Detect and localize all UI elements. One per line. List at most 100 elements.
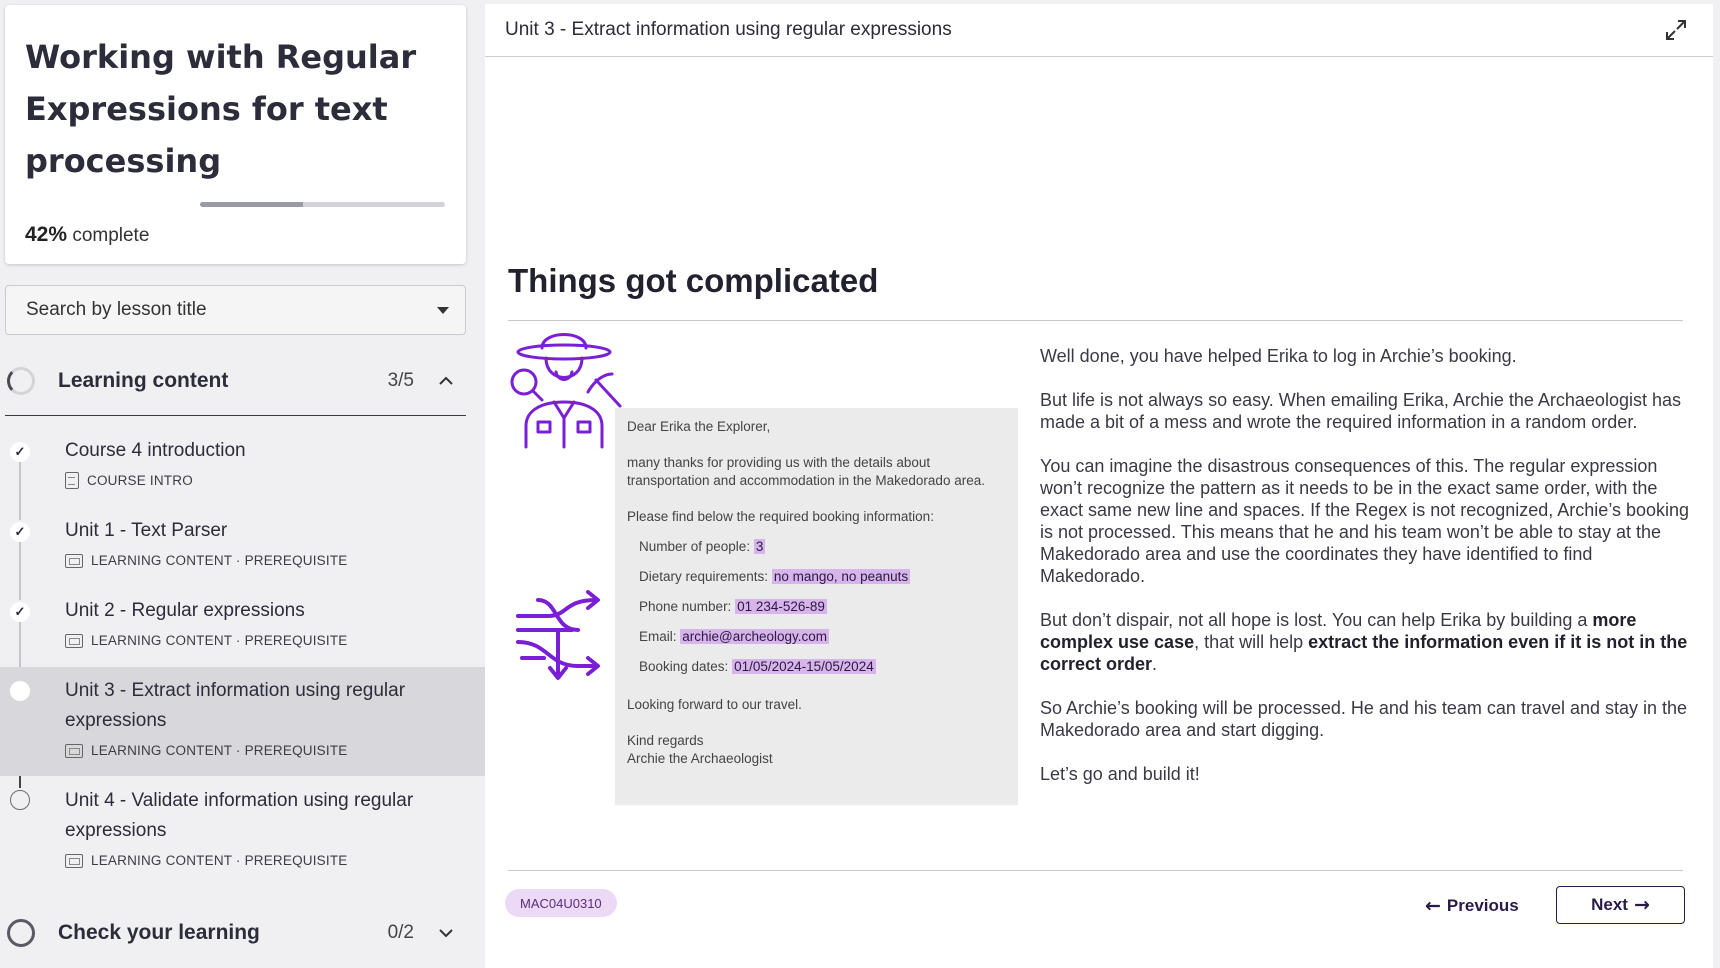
section-label: Check your learning <box>58 921 260 944</box>
email-card: Dear Erika the Explorer, many thanks for… <box>615 408 1018 805</box>
body-paragraph: You can imagine the disastrous consequen… <box>1040 456 1690 586</box>
body-paragraph: Well done, you have helped Erika to log … <box>1040 346 1517 366</box>
lesson-item-course-intro[interactable]: ✓ Course 4 introduction COURSE INTRO <box>0 432 485 504</box>
section-progress-ring-icon <box>7 367 35 395</box>
progress-label: 42% complete <box>25 223 149 247</box>
section-label: Learning content <box>58 369 229 392</box>
email-closing: Looking forward to our travel. <box>627 697 802 712</box>
section-learning-content[interactable]: Learning content 3/5 <box>5 349 466 413</box>
media-icon <box>65 743 83 758</box>
lesson-meta: LEARNING CONTENT · PREREQUISITE <box>65 633 347 648</box>
course-card: Working with Regular Expressions for tex… <box>5 5 466 264</box>
progress-suffix: complete <box>72 225 150 246</box>
scrollbar[interactable] <box>1713 0 1720 968</box>
lesson-code-badge: MAC04U0310 <box>505 889 617 917</box>
email-greeting: Dear Erika the Explorer, <box>627 419 771 434</box>
email-row-value: 01 234-526-89 <box>735 599 827 614</box>
email-row-people: Number of people: 3 <box>639 536 1006 558</box>
lesson-meta: COURSE INTRO <box>65 472 193 489</box>
unit-header: Unit 3 - Extract information using regul… <box>485 4 1713 57</box>
email-row-value: 3 <box>753 539 766 554</box>
email-row-value: no mango, no peanuts <box>771 569 911 584</box>
body-paragraph: So Archie’s booking will be processed. H… <box>1040 698 1688 740</box>
lesson-title: Unit 1 - Text Parser <box>65 520 228 541</box>
lesson-meta: LEARNING CONTENT · PREREQUISITE <box>65 853 347 868</box>
lesson-item-unit-1[interactable]: ✓ Unit 1 - Text Parser LEARNING CONTENT … <box>0 512 485 584</box>
email-row-dates: Booking dates: 01/05/2024-15/05/2024 <box>639 656 1006 678</box>
email-paragraph: many thanks for providing us with the de… <box>627 455 985 488</box>
lesson-title: Unit 4 - Validate information using regu… <box>65 790 414 841</box>
arrow-right-icon: → <box>1633 894 1650 916</box>
previous-button-label: Previous <box>1446 896 1519 915</box>
check-icon: ✓ <box>10 522 30 542</box>
content-heading: Things got complicated <box>508 262 879 299</box>
lesson-meta-text: LEARNING CONTENT · PREREQUISITE <box>91 553 348 568</box>
lesson-search-select[interactable]: Search by lesson title <box>5 285 466 335</box>
app-root: Working with Regular Expressions for tex… <box>0 0 1720 968</box>
progress-value: 42% <box>25 223 68 246</box>
email-row-value: 01/05/2024-15/05/2024 <box>732 659 876 674</box>
lesson-item-unit-3[interactable]: Unit 3 - Extract information using regul… <box>0 667 485 776</box>
tangled-arrows-icon <box>516 590 600 680</box>
current-lesson-dot-icon <box>10 681 30 701</box>
previous-button[interactable]: ← Previous <box>1425 888 1519 924</box>
explorer-illustration-icon <box>510 333 622 449</box>
lesson-item-unit-2[interactable]: ✓ Unit 2 - Regular expressions LEARNING … <box>0 592 485 664</box>
email-row-value: archie@archeology.com <box>680 629 830 644</box>
section-progress-ring-icon <box>7 919 35 947</box>
email-row-label: Email: <box>639 629 677 644</box>
email-row-phone: Phone number: 01 234-526-89 <box>639 596 1006 618</box>
media-icon <box>65 553 83 568</box>
sidebar: Working with Regular Expressions for tex… <box>0 0 485 968</box>
progress-bar <box>200 202 445 207</box>
body-paragraph: Let’s go and build it! <box>1040 764 1200 784</box>
arrow-left-icon: ← <box>1425 895 1441 917</box>
email-row-label: Phone number: <box>639 599 732 614</box>
lesson-meta-text: LEARNING CONTENT · PREREQUISITE <box>91 853 348 868</box>
email-row-label: Dietary requirements: <box>639 569 769 584</box>
lesson-body-text: Well done, you have helped Erika to log … <box>1040 345 1690 807</box>
media-icon <box>65 633 83 648</box>
document-icon <box>65 472 79 489</box>
next-button[interactable]: Next → <box>1556 886 1685 924</box>
expand-icon[interactable] <box>1665 19 1687 41</box>
lesson-item-unit-4[interactable]: Unit 4 - Validate information using regu… <box>0 778 485 878</box>
lesson-search-label: Search by lesson title <box>26 299 207 320</box>
email-row-label: Number of people: <box>639 539 751 554</box>
progress-bar-fill <box>200 202 303 207</box>
body-paragraph: But life is not always so easy. When ema… <box>1040 390 1681 432</box>
incomplete-dot-icon <box>10 790 30 810</box>
chevron-down-icon[interactable] <box>436 923 456 943</box>
section-divider <box>5 415 466 416</box>
course-title: Working with Regular Expressions for tex… <box>25 38 417 180</box>
email-signoff: Kind regards <box>627 733 704 748</box>
email-row-email: Email: archie@archeology.com <box>639 626 1006 648</box>
email-paragraph: Please find below the required booking i… <box>627 509 934 524</box>
unit-title: Unit 3 - Extract information using regul… <box>505 19 952 40</box>
lesson-meta: LEARNING CONTENT · PREREQUISITE <box>65 553 347 568</box>
next-button-label: Next <box>1591 895 1628 914</box>
lesson-meta: LEARNING CONTENT · PREREQUISITE <box>65 743 347 758</box>
media-icon <box>65 853 83 868</box>
body-paragraph-emphasis: But don’t dispair, not all hope is lost.… <box>1040 609 1690 675</box>
email-signature: Archie the Archaeologist <box>627 751 773 766</box>
body-text-run: But don’t dispair, not all hope is lost.… <box>1040 610 1593 630</box>
section-count: 3/5 <box>387 370 414 391</box>
lesson-meta-text: LEARNING CONTENT · PREREQUISITE <box>91 633 348 648</box>
heading-divider <box>508 320 1683 321</box>
body-text-run: . <box>1152 654 1158 674</box>
lesson-meta-text: COURSE INTRO <box>87 473 193 488</box>
body-text-run: , that will help <box>1194 632 1309 652</box>
main-panel: Unit 3 - Extract information using regul… <box>485 4 1713 968</box>
footer-divider <box>508 870 1683 871</box>
email-row-label: Booking dates: <box>639 659 729 674</box>
check-icon: ✓ <box>10 442 30 462</box>
email-row-dietary: Dietary requirements: no mango, no peanu… <box>639 566 1006 588</box>
section-check-your-learning[interactable]: Check your learning 0/2 <box>5 901 466 965</box>
chevron-up-icon[interactable] <box>436 371 456 391</box>
lesson-meta-text: LEARNING CONTENT · PREREQUISITE <box>91 743 348 758</box>
section-count: 0/2 <box>387 922 414 943</box>
check-icon: ✓ <box>10 602 30 622</box>
caret-down-icon <box>437 307 449 314</box>
lesson-title: Course 4 introduction <box>65 440 246 461</box>
